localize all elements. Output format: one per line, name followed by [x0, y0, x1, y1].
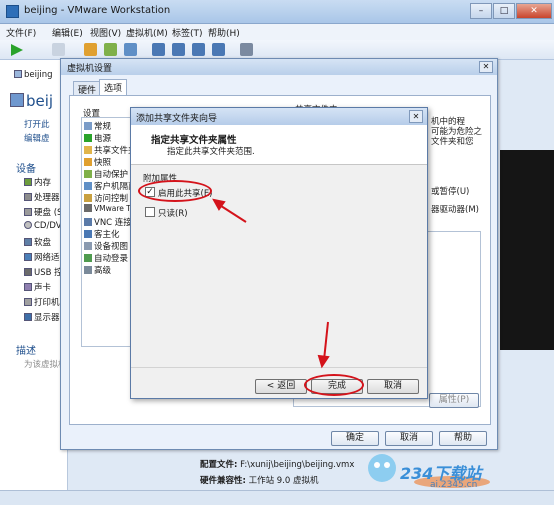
- config-file-row: 配置文件: F:\xunij\beijing\beijing.vmx: [200, 458, 354, 470]
- vm-details: 配置文件: F:\xunij\beijing\beijing.vmx 硬件兼容性…: [200, 458, 354, 486]
- compat-row: 硬件兼容性: 工作站 9.0 虚拟机: [200, 474, 354, 486]
- annotation-arrows: [212, 198, 330, 369]
- compat-value: 工作站 9.0 虚拟机: [248, 476, 319, 486]
- watermark-url: ai.2345.cn: [430, 480, 478, 490]
- watermark-logo: 234下载站 ai.2345.cn: [360, 442, 550, 502]
- config-label: 配置文件:: [200, 460, 238, 470]
- compat-label: 硬件兼容性:: [200, 476, 246, 486]
- config-value: F:\xunij\beijing\beijing.vmx: [240, 460, 355, 470]
